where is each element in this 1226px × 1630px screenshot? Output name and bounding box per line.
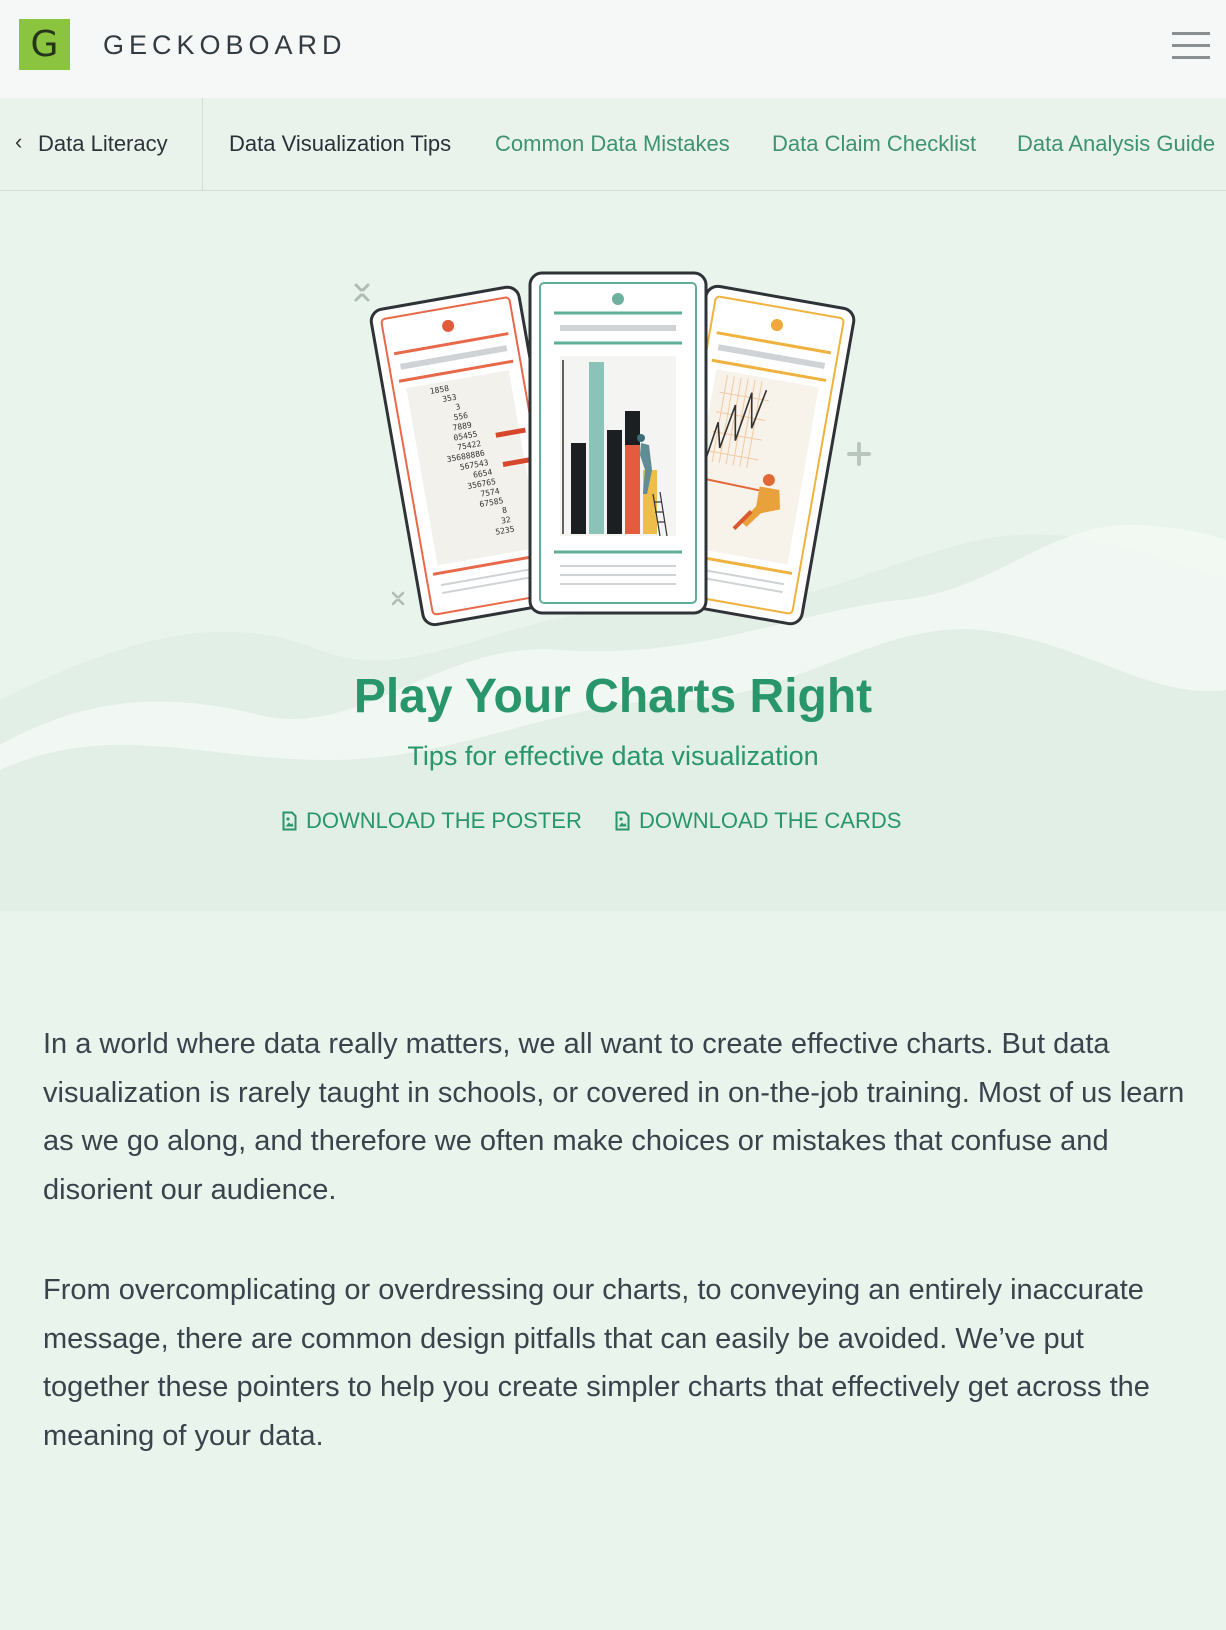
- sparkle-icon: [391, 591, 405, 606]
- section-nav: ‹ Data Literacy Data Visualization Tips …: [0, 98, 1226, 191]
- page-subtitle: Tips for effective data visualization: [407, 741, 819, 771]
- plus-icon: [847, 442, 871, 466]
- hamburger-menu-icon[interactable]: [1166, 29, 1212, 61]
- menu-bar-line: [1172, 32, 1210, 35]
- download-poster-label: DOWNLOAD THE POSTER: [306, 808, 582, 833]
- brand-name[interactable]: GECKOBOARD: [103, 28, 347, 62]
- center-card: [528, 271, 708, 615]
- sparkle-icon: [354, 283, 370, 302]
- tab-data-analysis-guide[interactable]: Data Analysis Guide: [1017, 131, 1215, 157]
- tab-common-data-mistakes[interactable]: Common Data Mistakes: [495, 131, 730, 157]
- back-link-label: Data Literacy: [38, 131, 168, 156]
- download-cards-label: DOWNLOAD THE CARDS: [639, 808, 902, 833]
- top-header: G GECKOBOARD: [0, 0, 1226, 98]
- chevron-left-icon: ‹: [15, 129, 23, 154]
- download-cards-link[interactable]: DOWNLOAD THE CARDS: [615, 807, 901, 835]
- hero-illustration: 1858 353 3 556 7889 05455 75422 35688886…: [0, 271, 1226, 911]
- pitfalls-paragraph: From overcomplicating or overdressing ou…: [43, 1274, 1150, 1452]
- svg-text:32: 32: [500, 515, 511, 526]
- tab-data-claim-checklist[interactable]: Data Claim Checklist: [772, 131, 976, 157]
- tab-data-visualization-tips[interactable]: Data Visualization Tips: [229, 131, 451, 157]
- menu-bar-line: [1172, 44, 1210, 47]
- file-image-icon: [282, 811, 297, 831]
- file-image-icon: [615, 811, 630, 831]
- download-poster-link[interactable]: DOWNLOAD THE POSTER: [282, 807, 582, 835]
- menu-bar-line: [1172, 56, 1210, 59]
- page-title: Play Your Charts Right: [353, 670, 873, 723]
- geckoboard-logo[interactable]: G: [19, 19, 70, 70]
- intro-paragraph: In a world where data really matters, we…: [43, 1028, 1185, 1206]
- back-to-data-literacy[interactable]: ‹ Data Literacy: [0, 98, 203, 190]
